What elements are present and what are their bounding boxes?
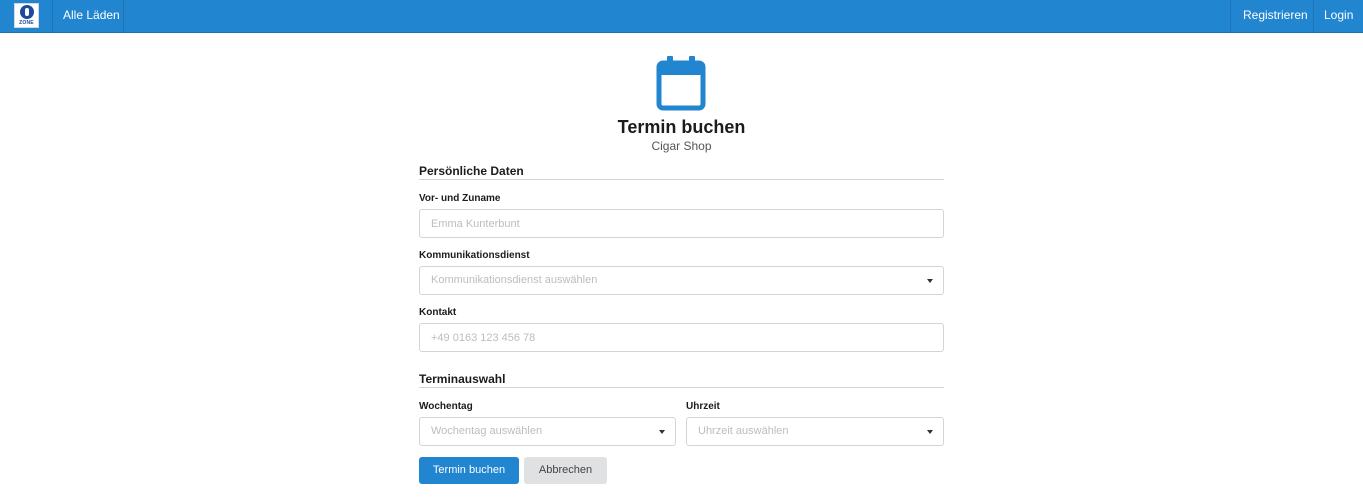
nav-divider [1313,0,1314,33]
page-title: Termin buchen [617,117,746,137]
page-subtitle: Cigar Shop [651,139,712,153]
nav-register-link[interactable]: Registrieren [1243,0,1308,33]
dropdown-caret-icon [659,430,665,434]
nav-login-link[interactable]: Login [1324,0,1353,33]
nav-divider [1230,0,1231,33]
dropdown-caret-icon [927,279,933,283]
calendar-icon [656,56,706,111]
dropdown-caret-icon [927,430,933,434]
communication-service-label: Kommunikationsdienst [419,250,530,261]
weekday-placeholder: Wochentag auswählen [431,425,543,437]
contact-input[interactable] [419,323,944,352]
name-input[interactable] [419,209,944,238]
cancel-button[interactable]: Abbrechen [524,457,607,484]
logo-text: ZONE [19,20,34,26]
nav-divider [52,0,53,33]
communication-service-select[interactable]: Kommunikationsdienst auswählen [419,266,944,295]
time-placeholder: Uhrzeit auswählen [698,425,789,437]
top-navbar: ZONE Alle Läden Registrieren Login [0,0,1363,33]
section-appointment-title: Terminauswahl [419,372,944,388]
book-appointment-button[interactable]: Termin buchen [419,457,519,484]
time-label: Uhrzeit [686,401,720,412]
name-label: Vor- und Zuname [419,193,501,204]
brand-logo[interactable]: ZONE [14,3,39,28]
weekday-select[interactable]: Wochentag auswählen [419,417,676,446]
communication-service-placeholder: Kommunikationsdienst auswählen [431,274,598,286]
nav-divider [123,0,124,33]
section-personal-data-title: Persönliche Daten [419,164,944,180]
logo-emblem-icon [20,5,34,19]
contact-label: Kontakt [419,307,457,318]
nav-all-shops-link[interactable]: Alle Läden [63,0,120,33]
time-select[interactable]: Uhrzeit auswählen [686,417,944,446]
weekday-label: Wochentag [419,401,473,412]
